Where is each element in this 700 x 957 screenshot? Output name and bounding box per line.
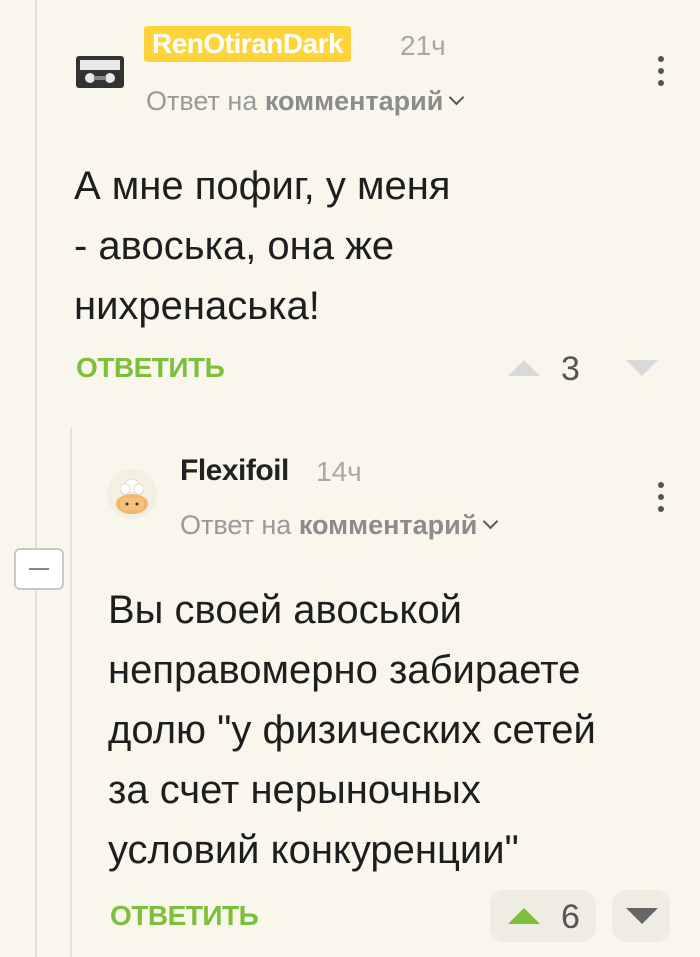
upvote-icon[interactable]	[508, 908, 540, 924]
comment-line: условий конкуренции"	[108, 828, 519, 872]
comment-body: Вы своей авоськой неправомерно забираете…	[108, 580, 596, 880]
downvote-icon[interactable]	[626, 360, 658, 376]
reply-to-prefix: Ответ на	[180, 510, 292, 540]
reply-to-link[interactable]: Ответ на комментарий	[146, 86, 465, 117]
reply-to-target[interactable]: комментарий	[299, 510, 478, 540]
reply-to-link[interactable]: Ответ на комментарий	[180, 510, 499, 541]
comment-line: А мне пофиг, у меня	[74, 164, 451, 208]
upvote-icon[interactable]	[508, 360, 540, 376]
comment-line: за счет нерыночных	[108, 768, 481, 812]
reply-button[interactable]: ОТВЕТИТЬ	[76, 352, 225, 384]
comment-line: нихренаська!	[74, 284, 320, 328]
downvote-icon[interactable]	[626, 908, 658, 924]
collapse-thread-button[interactable]	[14, 548, 64, 590]
thread-line-nested	[70, 428, 72, 957]
reply-to-target[interactable]: комментарий	[265, 86, 444, 116]
comment-line: - авоська, она же	[74, 224, 395, 268]
vote-count: 6	[561, 898, 580, 936]
comment-line: долю "у физических сетей	[108, 708, 596, 752]
chevron-down-icon[interactable]	[449, 89, 465, 106]
chef-avatar-icon[interactable]	[106, 468, 158, 520]
more-menu-icon[interactable]	[658, 482, 666, 518]
reply-button[interactable]: ОТВЕТИТЬ	[110, 900, 259, 932]
comment-body: А мне пофиг, у меня - авоська, она же ни…	[74, 156, 450, 336]
thread-line-root	[35, 0, 37, 957]
vote-count: 3	[561, 350, 580, 388]
cassette-icon[interactable]	[74, 46, 126, 98]
author-name[interactable]: RenOtiranDark	[144, 26, 352, 62]
upvote-box[interactable]	[490, 890, 596, 942]
author-name[interactable]: Flexifoil	[180, 454, 289, 488]
comment-line: неправомерно забираете	[108, 648, 581, 692]
more-menu-icon[interactable]	[658, 56, 666, 92]
reply-to-prefix: Ответ на	[146, 86, 258, 116]
comment-time: 21ч	[400, 30, 446, 61]
comment-line: Вы своей авоськой	[108, 588, 462, 632]
comment-time: 14ч	[316, 456, 362, 487]
chevron-down-icon[interactable]	[483, 513, 499, 530]
